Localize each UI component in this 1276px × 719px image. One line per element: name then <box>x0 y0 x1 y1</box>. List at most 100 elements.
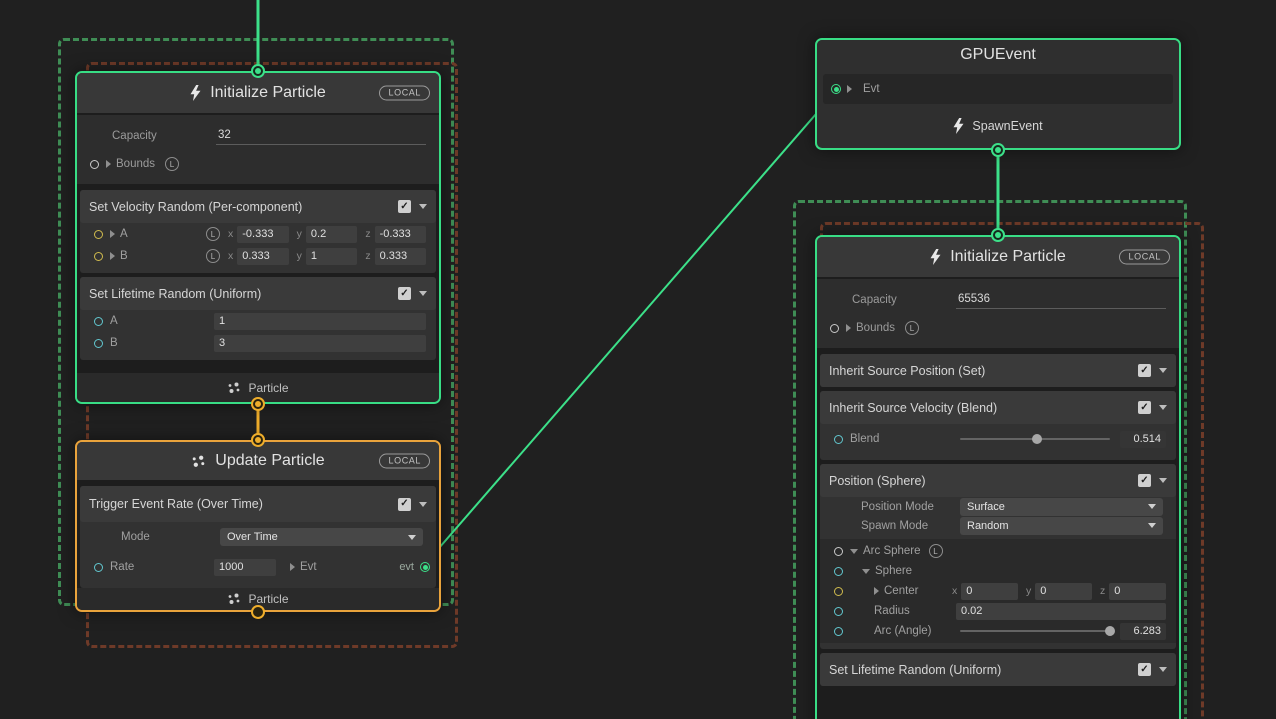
local-space-icon[interactable]: L <box>165 157 179 171</box>
node-title: Initialize Particle <box>950 248 1066 266</box>
capacity-field[interactable]: 65536 <box>956 291 1166 309</box>
radius-port[interactable] <box>834 607 843 616</box>
value-field-y[interactable]: 0.2 <box>306 226 357 243</box>
vfx-graph-canvas[interactable]: Initialize Particle LOCAL Capacity 32 Bo… <box>0 0 1276 719</box>
node-initialize-particle-left[interactable]: Initialize Particle LOCAL Capacity 32 Bo… <box>75 71 441 404</box>
chevron-down-icon[interactable] <box>1159 368 1167 373</box>
block-enabled-checkbox[interactable] <box>398 287 411 300</box>
local-space-icon[interactable]: L <box>905 321 919 335</box>
evt-input-port[interactable] <box>831 84 841 94</box>
port-b[interactable] <box>94 252 103 261</box>
value-field-y[interactable]: 1 <box>306 248 357 265</box>
node-header[interactable]: Initialize Particle LOCAL <box>77 73 439 115</box>
local-badge: LOCAL <box>379 454 430 469</box>
blend-slider[interactable] <box>960 438 1110 440</box>
slider-knob[interactable] <box>1032 434 1042 444</box>
block-enabled-checkbox[interactable] <box>1138 474 1151 487</box>
arc-angle-slider[interactable] <box>960 630 1110 632</box>
sphere-port[interactable] <box>834 567 843 576</box>
expand-arrow-icon[interactable] <box>110 230 115 238</box>
block-set-lifetime-random[interactable]: Set Lifetime Random (Uniform) A 1 B 3 <box>80 277 436 360</box>
rate-port[interactable] <box>94 563 103 572</box>
collapse-arrow-icon[interactable] <box>850 549 858 554</box>
spawn-mode-row: Spawn Mode Random <box>820 516 1176 535</box>
chevron-down-icon[interactable] <box>1159 667 1167 672</box>
row-label: A <box>110 315 214 327</box>
chevron-down-icon[interactable] <box>419 502 427 507</box>
chevron-down-icon[interactable] <box>419 204 427 209</box>
spawn-mode-dropdown[interactable]: Random <box>960 517 1163 535</box>
block-enabled-checkbox[interactable] <box>1138 401 1151 414</box>
center-port[interactable] <box>834 587 843 596</box>
local-space-icon[interactable]: L <box>929 544 943 558</box>
block-enabled-checkbox[interactable] <box>1138 663 1151 676</box>
axis-z-label: z <box>1100 585 1105 597</box>
value-field-z[interactable]: 0.333 <box>375 248 426 265</box>
block-enabled-checkbox[interactable] <box>1138 364 1151 377</box>
port-b[interactable] <box>94 339 103 348</box>
edge-evt-to-gpuevent[interactable] <box>426 91 836 563</box>
spawn-mode-value: Random <box>967 520 1009 532</box>
block-enabled-checkbox[interactable] <box>398 200 411 213</box>
value-field-x[interactable]: -0.333 <box>237 226 288 243</box>
center-field-x[interactable]: 0 <box>961 583 1018 600</box>
node-header[interactable]: Update Particle LOCAL <box>77 442 439 482</box>
node-header[interactable]: GPUEvent <box>817 40 1179 70</box>
block-enabled-checkbox[interactable] <box>398 498 411 511</box>
node-initialize-particle-right[interactable]: Initialize Particle LOCAL Capacity 65536… <box>815 235 1181 719</box>
expand-arrow-icon[interactable] <box>847 85 852 93</box>
evt-output-port[interactable] <box>420 562 430 572</box>
mode-dropdown[interactable]: Over Time <box>220 528 423 546</box>
value-field-z[interactable]: -0.333 <box>375 226 426 243</box>
init-left-input-flow-port[interactable] <box>251 64 265 78</box>
particle-output-label: Particle <box>248 592 288 606</box>
expand-arrow-icon[interactable] <box>110 252 115 260</box>
value-field-b[interactable]: 3 <box>214 335 426 352</box>
slider-knob[interactable] <box>1105 626 1115 636</box>
bounds-port[interactable] <box>90 160 99 169</box>
block-inherit-source-velocity[interactable]: Inherit Source Velocity (Blend) Blend 0.… <box>820 391 1176 460</box>
arc-angle-field[interactable]: 6.283 <box>1120 623 1166 640</box>
update-output-flow-port[interactable] <box>251 605 265 619</box>
init-right-input-flow-port[interactable] <box>991 228 1005 242</box>
blend-field[interactable]: 0.514 <box>1120 431 1166 448</box>
port-a[interactable] <box>94 230 103 239</box>
block-set-lifetime-random[interactable]: Set Lifetime Random (Uniform) <box>820 653 1176 686</box>
center-field-y[interactable]: 0 <box>1035 583 1092 600</box>
local-space-icon[interactable]: L <box>206 249 220 263</box>
blend-port[interactable] <box>834 435 843 444</box>
arc-sphere-port[interactable] <box>834 547 843 556</box>
block-inherit-source-position[interactable]: Inherit Source Position (Set) <box>820 354 1176 387</box>
local-space-icon[interactable]: L <box>206 227 220 241</box>
radius-field[interactable]: 0.02 <box>956 603 1166 620</box>
port-a[interactable] <box>94 317 103 326</box>
arc-angle-port[interactable] <box>834 627 843 636</box>
init-left-output-flow-port[interactable] <box>251 397 265 411</box>
rate-field[interactable]: 1000 <box>214 559 276 576</box>
value-field-x[interactable]: 0.333 <box>237 248 288 265</box>
local-badge: LOCAL <box>379 86 430 101</box>
chevron-down-icon[interactable] <box>1159 478 1167 483</box>
gpuevent-output-flow-port[interactable] <box>991 143 1005 157</box>
block-set-velocity-random[interactable]: Set Velocity Random (Per-component) A L … <box>80 190 436 273</box>
capacity-field[interactable]: 32 <box>216 127 426 145</box>
axis-z-label: z <box>365 250 370 262</box>
value-field-a[interactable]: 1 <box>214 313 426 330</box>
node-header[interactable]: Initialize Particle LOCAL <box>817 237 1179 279</box>
update-input-flow-port[interactable] <box>251 433 265 447</box>
expand-arrow-icon[interactable] <box>290 563 295 571</box>
center-field-z[interactable]: 0 <box>1109 583 1166 600</box>
rate-row: Rate 1000 Evt evt <box>80 552 436 582</box>
expand-arrow-icon[interactable] <box>874 587 879 595</box>
expand-arrow-icon[interactable] <box>846 324 851 332</box>
bounds-port[interactable] <box>830 324 839 333</box>
node-gpuevent[interactable]: GPUEvent Evt SpawnEvent <box>815 38 1181 150</box>
block-trigger-event-rate[interactable]: Trigger Event Rate (Over Time) Mode Over… <box>80 486 436 588</box>
node-update-particle[interactable]: Update Particle LOCAL Trigger Event Rate… <box>75 440 441 612</box>
chevron-down-icon[interactable] <box>1159 405 1167 410</box>
block-position-sphere[interactable]: Position (Sphere) Position Mode Surface … <box>820 464 1176 649</box>
position-mode-dropdown[interactable]: Surface <box>960 498 1163 516</box>
collapse-arrow-icon[interactable] <box>862 569 870 574</box>
expand-arrow-icon[interactable] <box>106 160 111 168</box>
chevron-down-icon[interactable] <box>419 291 427 296</box>
